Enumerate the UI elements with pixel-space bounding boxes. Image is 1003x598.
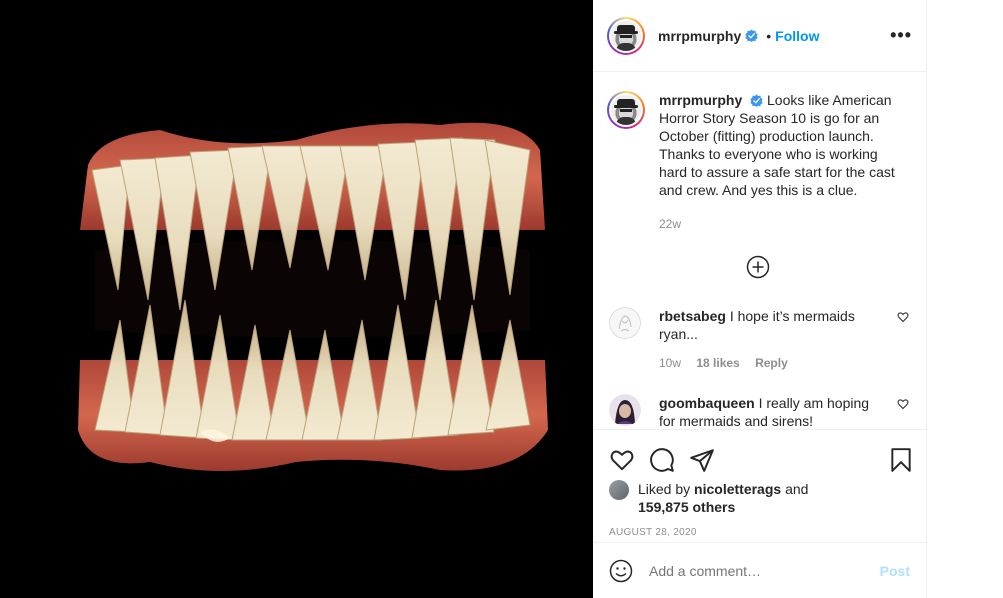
like-comment-heart-icon[interactable] bbox=[897, 398, 909, 410]
comment-username[interactable]: rbetsabeg bbox=[659, 308, 726, 324]
action-bar bbox=[593, 430, 926, 480]
comments-scroll-area[interactable]: mrrpmurphy Looks like American Horror St… bbox=[593, 73, 926, 429]
post-date[interactable]: AUGUST 28, 2020 bbox=[593, 516, 926, 538]
liked-by-others[interactable]: 159,875 others bbox=[638, 499, 735, 515]
comment-input[interactable] bbox=[649, 562, 880, 579]
page-margin bbox=[927, 0, 1003, 598]
commenter-avatar[interactable] bbox=[609, 307, 641, 339]
post-sidebar: mrrpmurphy • Follow ••• mrrpmurphy Looks… bbox=[593, 0, 927, 598]
follow-button[interactable]: Follow bbox=[775, 28, 819, 44]
post-header: mrrpmurphy • Follow ••• bbox=[593, 0, 926, 72]
load-more-comments-icon[interactable] bbox=[746, 255, 770, 279]
comment-time[interactable]: 10w bbox=[659, 356, 681, 370]
liked-by: Liked by nicoletterags and 159,875 other… bbox=[593, 480, 926, 516]
post-comment-button[interactable]: Post bbox=[880, 563, 910, 579]
liked-by-prefix: Liked by bbox=[638, 481, 691, 497]
caption-username[interactable]: mrrpmurphy bbox=[659, 92, 742, 108]
verified-badge-icon bbox=[745, 29, 758, 42]
avatar-image bbox=[611, 20, 641, 51]
liked-by-and: and bbox=[785, 481, 809, 497]
add-comment-bar: Post bbox=[593, 542, 926, 598]
caption-avatar[interactable] bbox=[607, 91, 645, 129]
liker-avatar[interactable] bbox=[609, 480, 629, 500]
share-paper-plane-icon[interactable] bbox=[689, 447, 715, 473]
commenter-avatar[interactable] bbox=[609, 394, 641, 426]
comment-bubble-icon[interactable] bbox=[649, 447, 675, 473]
separator-dot: • bbox=[766, 27, 772, 44]
caption: mrrpmurphy Looks like American Horror St… bbox=[593, 73, 926, 233]
author-avatar[interactable] bbox=[607, 16, 645, 55]
save-bookmark-icon[interactable] bbox=[888, 447, 914, 473]
author-username[interactable]: mrrpmurphy bbox=[658, 28, 741, 44]
like-comment-heart-icon[interactable] bbox=[897, 311, 909, 323]
more-options-icon[interactable]: ••• bbox=[890, 25, 912, 46]
emoji-smiley-icon[interactable] bbox=[609, 559, 633, 583]
post-image[interactable] bbox=[0, 0, 593, 598]
caption-time[interactable]: 22w bbox=[659, 215, 903, 233]
verified-badge-icon bbox=[750, 94, 763, 107]
liked-by-user[interactable]: nicoletterags bbox=[694, 481, 781, 497]
comment-item: rbetsabeg I hope it’s mermaids ryan... 1… bbox=[593, 307, 926, 372]
comment-username[interactable]: goombaqueen bbox=[659, 395, 755, 411]
like-heart-icon[interactable] bbox=[609, 447, 635, 473]
reply-button[interactable]: Reply bbox=[755, 356, 788, 370]
fake-teeth-image bbox=[0, 0, 593, 598]
comment-item: goombaqueen I really am hoping for merma… bbox=[593, 394, 926, 429]
post-actions-section: Liked by nicoletterags and 159,875 other… bbox=[593, 429, 926, 538]
comment-likes[interactable]: 18 likes bbox=[696, 356, 739, 370]
avatar-image bbox=[611, 95, 641, 125]
